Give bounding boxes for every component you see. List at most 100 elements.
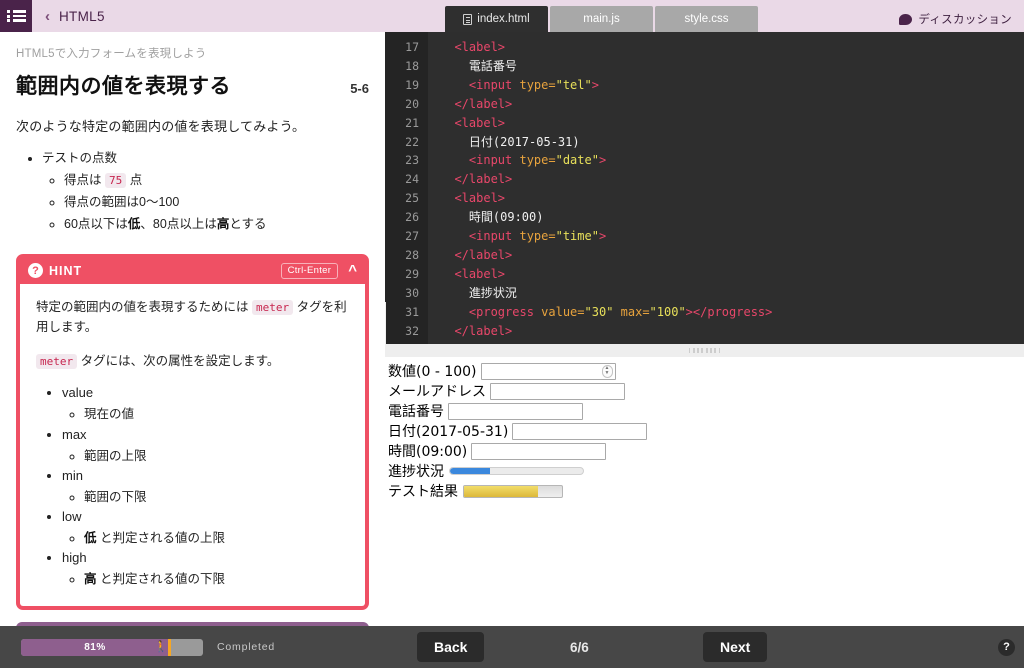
code-line: </label> — [440, 170, 1024, 189]
code-token: <input — [468, 77, 520, 92]
code-token: > — [591, 77, 599, 92]
preview-row: 進捗状況 — [385, 461, 1024, 481]
code-editor[interactable]: 17 18 19 20 21 22 23 24 25 26 27 28 29 30 31 32 <label>… — [385, 32, 1024, 344]
text-input[interactable] — [512, 422, 648, 440]
code-content[interactable]: <label> 電話番号 <input type="tel"> </label>… — [428, 32, 1024, 344]
attr-desc-text: と判定される値の下限 — [96, 572, 225, 587]
attr-desc: 範囲の上限 — [84, 446, 349, 467]
next-button[interactable]: Next — [703, 632, 768, 662]
chevron-up-icon[interactable]: ^ — [348, 263, 357, 278]
list-item: min 範囲の下限 — [62, 468, 349, 508]
score-pre: 得点は — [64, 173, 102, 187]
preview-pane: 数値(0 - 100) ▲ ▼ メールアドレス 電話番号 日付(2017-05-31) 時間… — [385, 357, 1024, 626]
list-item: 得点の範囲は0〜100 — [64, 192, 369, 214]
hint-p2-post: タグには、次の属性を設定します。 — [80, 354, 280, 369]
hint-paragraph-1: 特定の範囲内の値を表現するためには meter タグを利用します。 — [36, 297, 349, 338]
code-token: </label> — [454, 172, 513, 187]
bottom-bar: 81% 🚶 Completed Back 6/6 Next ? — [0, 626, 1024, 668]
code-token: type= — [519, 229, 556, 244]
hint-label: HINT — [49, 263, 83, 278]
back-chevron-icon[interactable]: ‹ — [45, 9, 50, 24]
progress-element — [449, 467, 584, 475]
code-token: value= — [541, 304, 585, 319]
hint-header[interactable]: ? HINT Ctrl-Enter ^ — [20, 257, 365, 284]
line-number: 21 — [405, 115, 419, 130]
code-token: <input — [468, 153, 520, 168]
line-number: 25 — [405, 191, 419, 206]
attr-desc: 高 と判定される値の下限 — [84, 569, 349, 590]
code-line: <input type="time"> — [440, 227, 1024, 246]
editor-pane: index.html main.js style.css ディスカッション 17… — [385, 0, 1024, 626]
tab-main-js[interactable]: main.js — [550, 6, 653, 32]
code-token: "time" — [555, 229, 599, 244]
score-post: 点 — [129, 173, 143, 187]
lesson-sub-list: 得点は 75 点 得点の範囲は0〜100 60点以下は低、80点以上は高とする — [64, 170, 369, 236]
hint-paragraph-2: meter タグには、次の属性を設定します。 — [36, 351, 349, 371]
text-input[interactable] — [448, 402, 583, 420]
preview-row: 日付(2017-05-31) — [385, 421, 1024, 441]
preview-row: メールアドレス — [385, 381, 1024, 401]
tab-index-html[interactable]: index.html — [445, 6, 548, 32]
code-line: 進捗状況 — [440, 284, 1024, 303]
line-number: 23 — [405, 153, 419, 168]
code-token: </label> — [454, 323, 513, 338]
code-token: </label> — [454, 247, 513, 262]
back-button[interactable]: Back — [417, 632, 485, 662]
attr-name: max — [62, 426, 87, 442]
line-number: 19 — [405, 77, 419, 92]
code-line: <label> — [440, 114, 1024, 133]
line-number: 17 — [405, 40, 419, 54]
lesson-subtitle: HTML5で入力フォームを表現しよう — [16, 48, 207, 60]
code-token: </label> — [454, 96, 513, 111]
hamburger-list-icon[interactable] — [0, 0, 32, 32]
code-token: "date" — [555, 153, 599, 168]
meter-element-fill — [464, 485, 538, 497]
preview-label: テスト結果 — [388, 484, 458, 500]
code-line: <label> — [440, 189, 1024, 208]
code-line: <progress value="30" max="100"></progres… — [440, 303, 1024, 322]
number-input[interactable]: ▲ ▼ — [480, 362, 616, 380]
threshold-mid: 、80点以上は — [140, 216, 217, 231]
line-number: 31 — [405, 304, 419, 319]
code-token: "100" — [649, 304, 686, 319]
page-indicator: 6/6 — [570, 639, 589, 655]
list-item: value 現在の値 — [62, 385, 349, 425]
threshold-high: 高 — [216, 216, 230, 231]
tab-label: index.html — [477, 13, 530, 25]
hint-p1-pre: 特定の範囲内の値を表現するためには — [36, 299, 249, 314]
hint-p2-code: meter — [36, 354, 78, 370]
tab-style-css[interactable]: style.css — [655, 6, 758, 32]
code-line: </label> — [440, 95, 1024, 114]
list-item: 得点は 75 点 — [64, 170, 369, 192]
file-icon — [463, 13, 473, 25]
tab-label: style.css — [684, 13, 729, 25]
help-icon[interactable]: ? — [998, 638, 1015, 656]
threshold-low: 低 — [127, 216, 141, 231]
preview-row: 時間(09:00) — [385, 441, 1024, 461]
code-token: <progress — [468, 304, 542, 319]
preview-row: 電話番号 — [385, 401, 1024, 421]
line-number: 27 — [405, 229, 419, 244]
bullet-label: テストの点数 — [42, 151, 118, 165]
horizontal-splitter-handle[interactable] — [385, 344, 1024, 357]
text-input[interactable] — [471, 442, 607, 460]
code-line: <input type="tel"> — [440, 76, 1024, 95]
discussion-button[interactable]: ディスカッション — [899, 11, 1012, 27]
code-line: </label> — [440, 322, 1024, 341]
code-token: <label> — [454, 40, 506, 54]
spinner-icon[interactable]: ▲ ▼ — [601, 364, 613, 378]
progress-element-fill — [450, 468, 490, 474]
line-number: 24 — [405, 172, 419, 187]
progress-marker — [168, 638, 171, 656]
code-token: <label> — [454, 266, 506, 281]
lesson-bullet-list: テストの点数 得点は 75 点 得点の範囲は0〜100 60点以下は低、80点以… — [42, 147, 369, 236]
code-line: 電話番号 — [440, 57, 1024, 76]
code-token: "30" — [584, 304, 614, 319]
text-input[interactable] — [490, 382, 625, 400]
vertical-splitter-handle[interactable] — [385, 302, 386, 344]
speech-bubble-icon — [899, 13, 913, 25]
code-token: max= — [613, 304, 650, 319]
line-number: 18 — [405, 58, 419, 73]
code-token: <input — [468, 229, 520, 244]
attr-desc: 範囲の下限 — [84, 487, 349, 508]
